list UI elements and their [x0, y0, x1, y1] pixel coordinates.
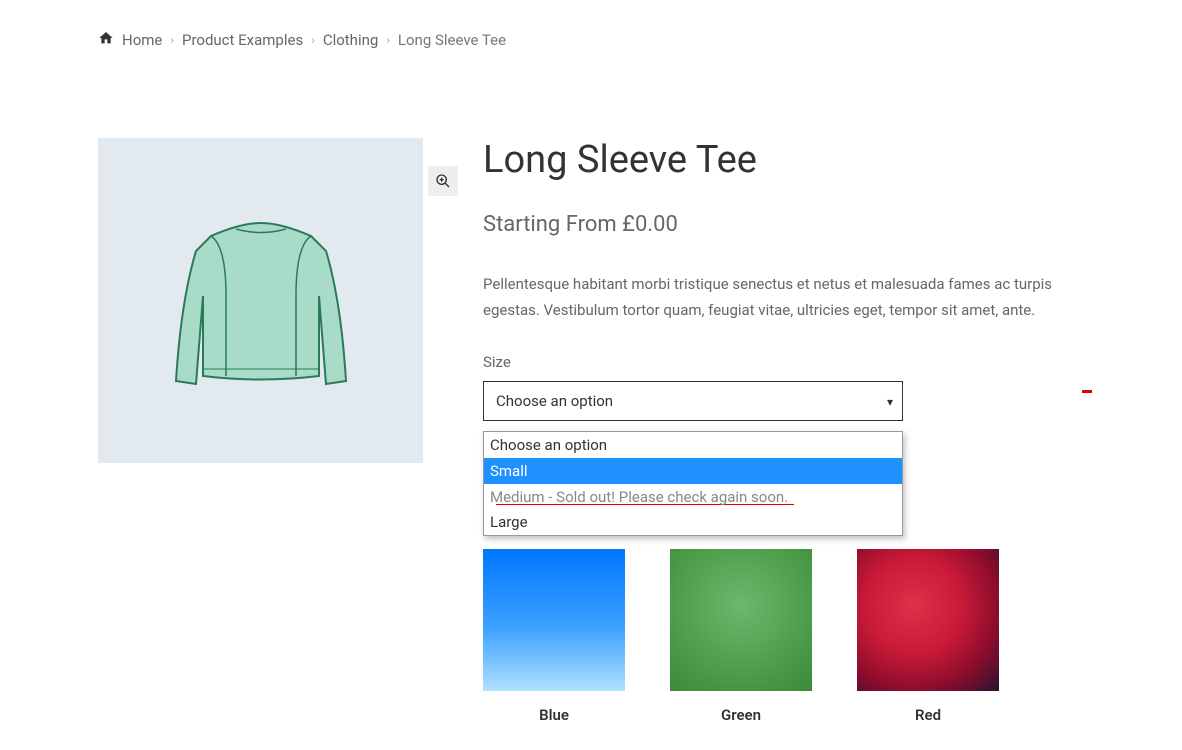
- colour-swatch-blue[interactable]: Blue: [483, 549, 625, 724]
- size-option-medium[interactable]: Medium - Sold out! Please check again so…: [484, 484, 902, 509]
- swatch-label-red: Red: [857, 706, 999, 724]
- colour-swatch-red[interactable]: Red: [857, 549, 999, 724]
- chevron-right-icon: ›: [311, 33, 315, 47]
- chevron-right-icon: ›: [170, 33, 174, 47]
- breadcrumb: Home › Product Examples › Clothing › Lon…: [0, 0, 1182, 50]
- breadcrumb-home[interactable]: Home: [122, 31, 162, 49]
- chevron-right-icon: ›: [386, 33, 390, 47]
- product-price: Starting From £0.00: [483, 212, 1063, 237]
- colour-picker-section: Colour Picker Blue Green Red: [483, 521, 1063, 724]
- swatch-label-blue: Blue: [483, 706, 625, 724]
- product-description: Pellentesque habitant morbi tristique se…: [483, 272, 1063, 323]
- size-select[interactable]: Choose an option: [483, 381, 903, 421]
- size-option-small[interactable]: Small: [484, 458, 902, 484]
- home-icon[interactable]: [98, 30, 114, 50]
- size-option-placeholder[interactable]: Choose an option: [484, 432, 902, 458]
- swatch-image-red: [857, 549, 999, 691]
- colour-swatch-green[interactable]: Green: [670, 549, 812, 724]
- breadcrumb-item-0[interactable]: Product Examples: [182, 31, 303, 49]
- size-dropdown: Choose an option Small Medium - Sold out…: [483, 431, 903, 536]
- breadcrumb-item-1[interactable]: Clothing: [323, 31, 379, 49]
- size-option-large[interactable]: Large: [484, 509, 902, 535]
- swatch-image-blue: [483, 549, 625, 691]
- product-image[interactable]: [98, 138, 423, 463]
- size-option-medium-label: Medium - Sold out! Please check again so…: [490, 488, 788, 506]
- swatch-image-green: [670, 549, 812, 691]
- size-label: Size: [483, 353, 1063, 371]
- product-details: Long Sleeve Tee Starting From £0.00 Pell…: [483, 138, 1063, 724]
- size-field: Choose an option ▾ Choose an option Smal…: [483, 381, 903, 421]
- swatch-label-green: Green: [670, 706, 812, 724]
- breadcrumb-current: Long Sleeve Tee: [398, 31, 506, 49]
- product-title: Long Sleeve Tee: [483, 138, 1063, 182]
- annotation-mark: [1082, 390, 1092, 393]
- product-image-section: [98, 138, 423, 724]
- zoom-icon[interactable]: [428, 166, 458, 196]
